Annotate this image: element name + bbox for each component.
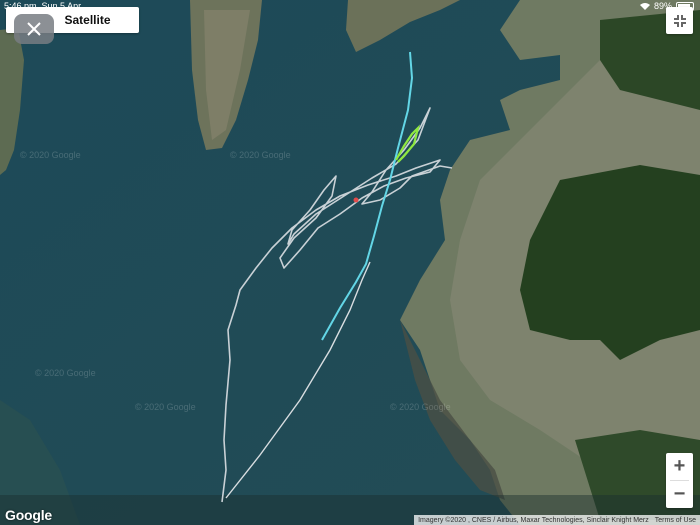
fullscreen-icon (673, 14, 686, 27)
map-watermark: © 2020 Google (35, 368, 96, 378)
map-watermark: © 2020 Google (230, 150, 291, 160)
position-marker (353, 197, 359, 203)
terms-link[interactable]: Terms of Use (655, 517, 696, 524)
map-attribution: Imagery ©2020 , CNES / Airbus, Maxar Tec… (414, 515, 700, 525)
satellite-map[interactable] (0, 0, 700, 525)
map-watermark: © 2020 Google (20, 150, 81, 160)
attribution-text: Imagery ©2020 , CNES / Airbus, Maxar Tec… (418, 516, 649, 524)
zoom-out-button[interactable]: − (666, 481, 693, 508)
map-watermark: © 2020 Google (135, 402, 196, 412)
wifi-icon (639, 2, 650, 10)
zoom-in-button[interactable]: + (666, 453, 693, 480)
close-button[interactable] (14, 14, 54, 44)
zoom-control: + − (666, 453, 693, 508)
map-type-label: Satellite (64, 13, 111, 27)
close-icon (27, 22, 41, 36)
map-watermark: © 2020 Google (390, 402, 451, 412)
google-logo: Google (5, 507, 53, 523)
fullscreen-button[interactable] (666, 7, 693, 34)
